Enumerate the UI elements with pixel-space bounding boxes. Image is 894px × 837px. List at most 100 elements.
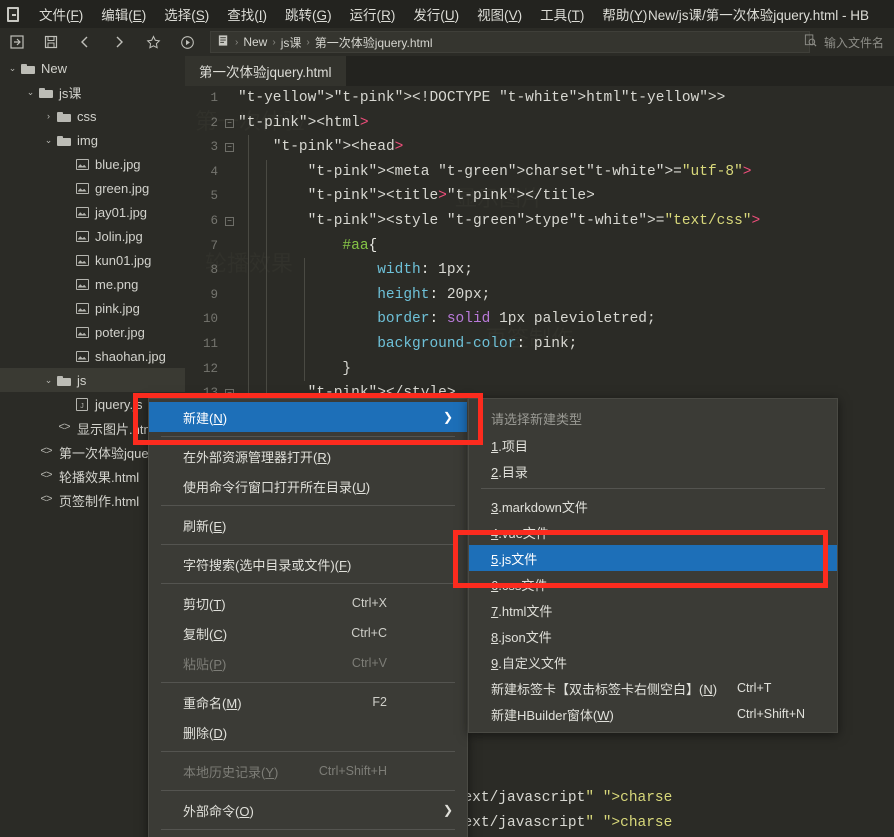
submenu-item[interactable]: 7.html文件	[469, 597, 837, 623]
chevron-down-icon[interactable]: ⌄	[42, 135, 55, 146]
submenu-item[interactable]: 9.自定义文件	[469, 649, 837, 675]
submenu-item[interactable]: 新建标签卡【双击标签卡右侧空白】(N) Ctrl+T	[469, 675, 837, 701]
submenu-item[interactable]: 4.vue文件	[469, 519, 837, 545]
code-line[interactable]: #aa{	[238, 234, 894, 259]
context-menu-item[interactable]: 复制(C) Ctrl+C	[149, 618, 467, 648]
menu-separator	[481, 488, 825, 489]
file-search[interactable]: 输入文件名	[798, 31, 890, 53]
editor-tabstrip[interactable]: 第一次体验jquery.html	[185, 56, 894, 86]
fold-toggle-icon[interactable]: −	[225, 143, 234, 153]
menu-item-2[interactable]: 编辑(E)	[92, 1, 155, 27]
tree-item[interactable]: › css	[0, 104, 185, 128]
forward-arrow-icon[interactable]	[102, 28, 136, 56]
context-menu-item[interactable]: 外部命令(O) ❯	[149, 795, 467, 825]
context-menu-item[interactable]: 新建(N) ❯	[149, 402, 467, 432]
menu-item-6[interactable]: 运行(R)	[341, 1, 405, 27]
context-menu-item-label: 剪切(T)	[183, 596, 226, 612]
context-menu-item-label: 外部命令(O)	[183, 803, 254, 819]
menu-separator	[161, 583, 455, 584]
fold-toggle-icon[interactable]: −	[225, 389, 234, 399]
context-menu[interactable]: 新建(N) ❯ 在外部资源管理器打开(R) 使用命令行窗口打开所在目录(U) 刷新(E)…	[148, 398, 468, 837]
menu-item-5[interactable]: 跳转(G)	[276, 1, 341, 27]
breadcrumb-item-3[interactable]: 第一次体验jquery.html	[315, 34, 433, 51]
breadcrumb-item-1[interactable]: New	[243, 35, 267, 49]
tree-item[interactable]: blue.jpg	[0, 152, 185, 176]
new-file-submenu[interactable]: 请选择新建类型 1.项目 2.目录 3.markdown文件 4.vue文件 5.js文件…	[468, 398, 838, 733]
menu-item-3[interactable]: 选择(S)	[155, 1, 218, 27]
breadcrumb[interactable]: › New › js课 › 第一次体验jquery.html	[210, 31, 810, 53]
tree-item-label: img	[77, 132, 98, 148]
tree-item[interactable]: poter.jpg	[0, 320, 185, 344]
tree-item[interactable]: shaohan.jpg	[0, 344, 185, 368]
star-icon[interactable]	[136, 28, 170, 56]
menu-shortcut: Ctrl+V	[351, 656, 387, 670]
context-menu-item[interactable]: 字符搜索(选中目录或文件)(F)	[149, 549, 467, 579]
run-preview-icon[interactable]	[170, 28, 204, 56]
context-menu-item[interactable]: 重命名(M) F2	[149, 687, 467, 717]
tree-item[interactable]: ⌄ js	[0, 368, 185, 392]
chevron-down-icon[interactable]: ⌄	[24, 87, 37, 98]
submenu-item-label: 1.项目	[491, 438, 528, 454]
code-line[interactable]: }	[238, 357, 894, 382]
breadcrumb-separator: ›	[272, 36, 276, 48]
context-menu-item[interactable]: 剪切(T) Ctrl+X	[149, 588, 467, 618]
folder-open-icon	[55, 375, 73, 386]
editor-tab-active[interactable]: 第一次体验jquery.html	[185, 56, 346, 86]
menu-item-4[interactable]: 查找(I)	[218, 1, 276, 27]
code-line[interactable]: "t-pink"><head>	[238, 135, 894, 160]
tree-item[interactable]: jay01.jpg	[0, 200, 185, 224]
context-menu-item[interactable]: 使用命令行窗口打开所在目录(U)	[149, 471, 467, 501]
submenu-item-label: 4.vue文件	[491, 525, 549, 541]
menu-item-7[interactable]: 发行(U)	[404, 1, 468, 27]
context-menu-item[interactable]: 删除(D)	[149, 717, 467, 747]
fold-toggle-icon[interactable]: −	[225, 217, 234, 226]
submenu-item[interactable]: 8.json文件	[469, 623, 837, 649]
menu-item-9[interactable]: 工具(T)	[531, 1, 593, 27]
image-file-icon	[73, 230, 91, 242]
submenu-item[interactable]: 5.js文件	[469, 545, 837, 571]
code-line[interactable]: "t-pink"><style "t-green">type"t-white">…	[238, 209, 894, 234]
tree-item[interactable]: ⌄ img	[0, 128, 185, 152]
breadcrumb-item-2[interactable]: js课	[281, 34, 302, 51]
line-number: 2	[210, 115, 218, 130]
tree-item[interactable]: ⌄ New	[0, 56, 185, 80]
submenu-item[interactable]: 6.css文件	[469, 571, 837, 597]
submenu-item[interactable]: 3.markdown文件	[469, 493, 837, 519]
tree-item[interactable]: Jolin.jpg	[0, 224, 185, 248]
chevron-right-icon[interactable]: ›	[42, 111, 55, 121]
code-line[interactable]: width: 1px;	[238, 258, 894, 283]
submenu-item-label: 8.json文件	[491, 629, 552, 645]
fold-toggle-icon[interactable]: −	[225, 118, 234, 128]
context-menu-item[interactable]: 在外部资源管理器打开(R)	[149, 441, 467, 471]
chevron-down-icon[interactable]: ⌄	[6, 63, 19, 74]
chevron-down-icon[interactable]: ⌄	[42, 375, 55, 386]
html-file-icon: <>	[40, 494, 52, 506]
tree-item[interactable]: me.png	[0, 272, 185, 296]
menu-item-8[interactable]: 视图(V)	[468, 1, 531, 27]
back-arrow-icon[interactable]	[68, 28, 102, 56]
submenu-item[interactable]: 1.项目	[469, 432, 837, 458]
code-line[interactable]: background-color: pink;	[238, 332, 894, 357]
menu-item-1[interactable]: 文件(F)	[30, 1, 92, 27]
tree-item[interactable]: pink.jpg	[0, 296, 185, 320]
save-icon[interactable]	[34, 28, 68, 56]
line-number: 7	[210, 238, 218, 253]
tree-item-label: js	[77, 372, 87, 388]
code-line[interactable]: height: 20px;	[238, 283, 894, 308]
submenu-item-label: 3.markdown文件	[491, 499, 588, 515]
title-bar: 文件(F) 编辑(E) 选择(S) 查找(I) 跳转(G) 运行(R) 发行(U) 视图(V)…	[0, 0, 894, 28]
code-line[interactable]: "t-yellow">"t-pink"><!DOCTYPE "t-white">…	[238, 86, 894, 111]
toggle-sidebar-icon[interactable]	[0, 28, 34, 56]
tree-item[interactable]: kun01.jpg	[0, 248, 185, 272]
submenu-item[interactable]: 2.目录	[469, 458, 837, 484]
tree-item[interactable]: green.jpg	[0, 176, 185, 200]
code-line[interactable]: "t-pink"><meta "t-green">charset"t-white…	[238, 160, 894, 185]
submenu-item[interactable]: 新建HBuilder窗体(W) Ctrl+Shift+N	[469, 701, 837, 727]
code-line[interactable]: border: solid 1px palevioletred;	[238, 307, 894, 332]
code-line[interactable]: "t-pink"><html>	[238, 111, 894, 136]
code-line[interactable]: "t-pink"><title>"t-pink"></title>	[238, 184, 894, 209]
tree-item-label: Jolin.jpg	[95, 228, 143, 244]
tree-item[interactable]: ⌄ js课	[0, 80, 185, 104]
tree-item-label: 页签制作.html	[59, 493, 140, 509]
context-menu-item[interactable]: 刷新(E)	[149, 510, 467, 540]
